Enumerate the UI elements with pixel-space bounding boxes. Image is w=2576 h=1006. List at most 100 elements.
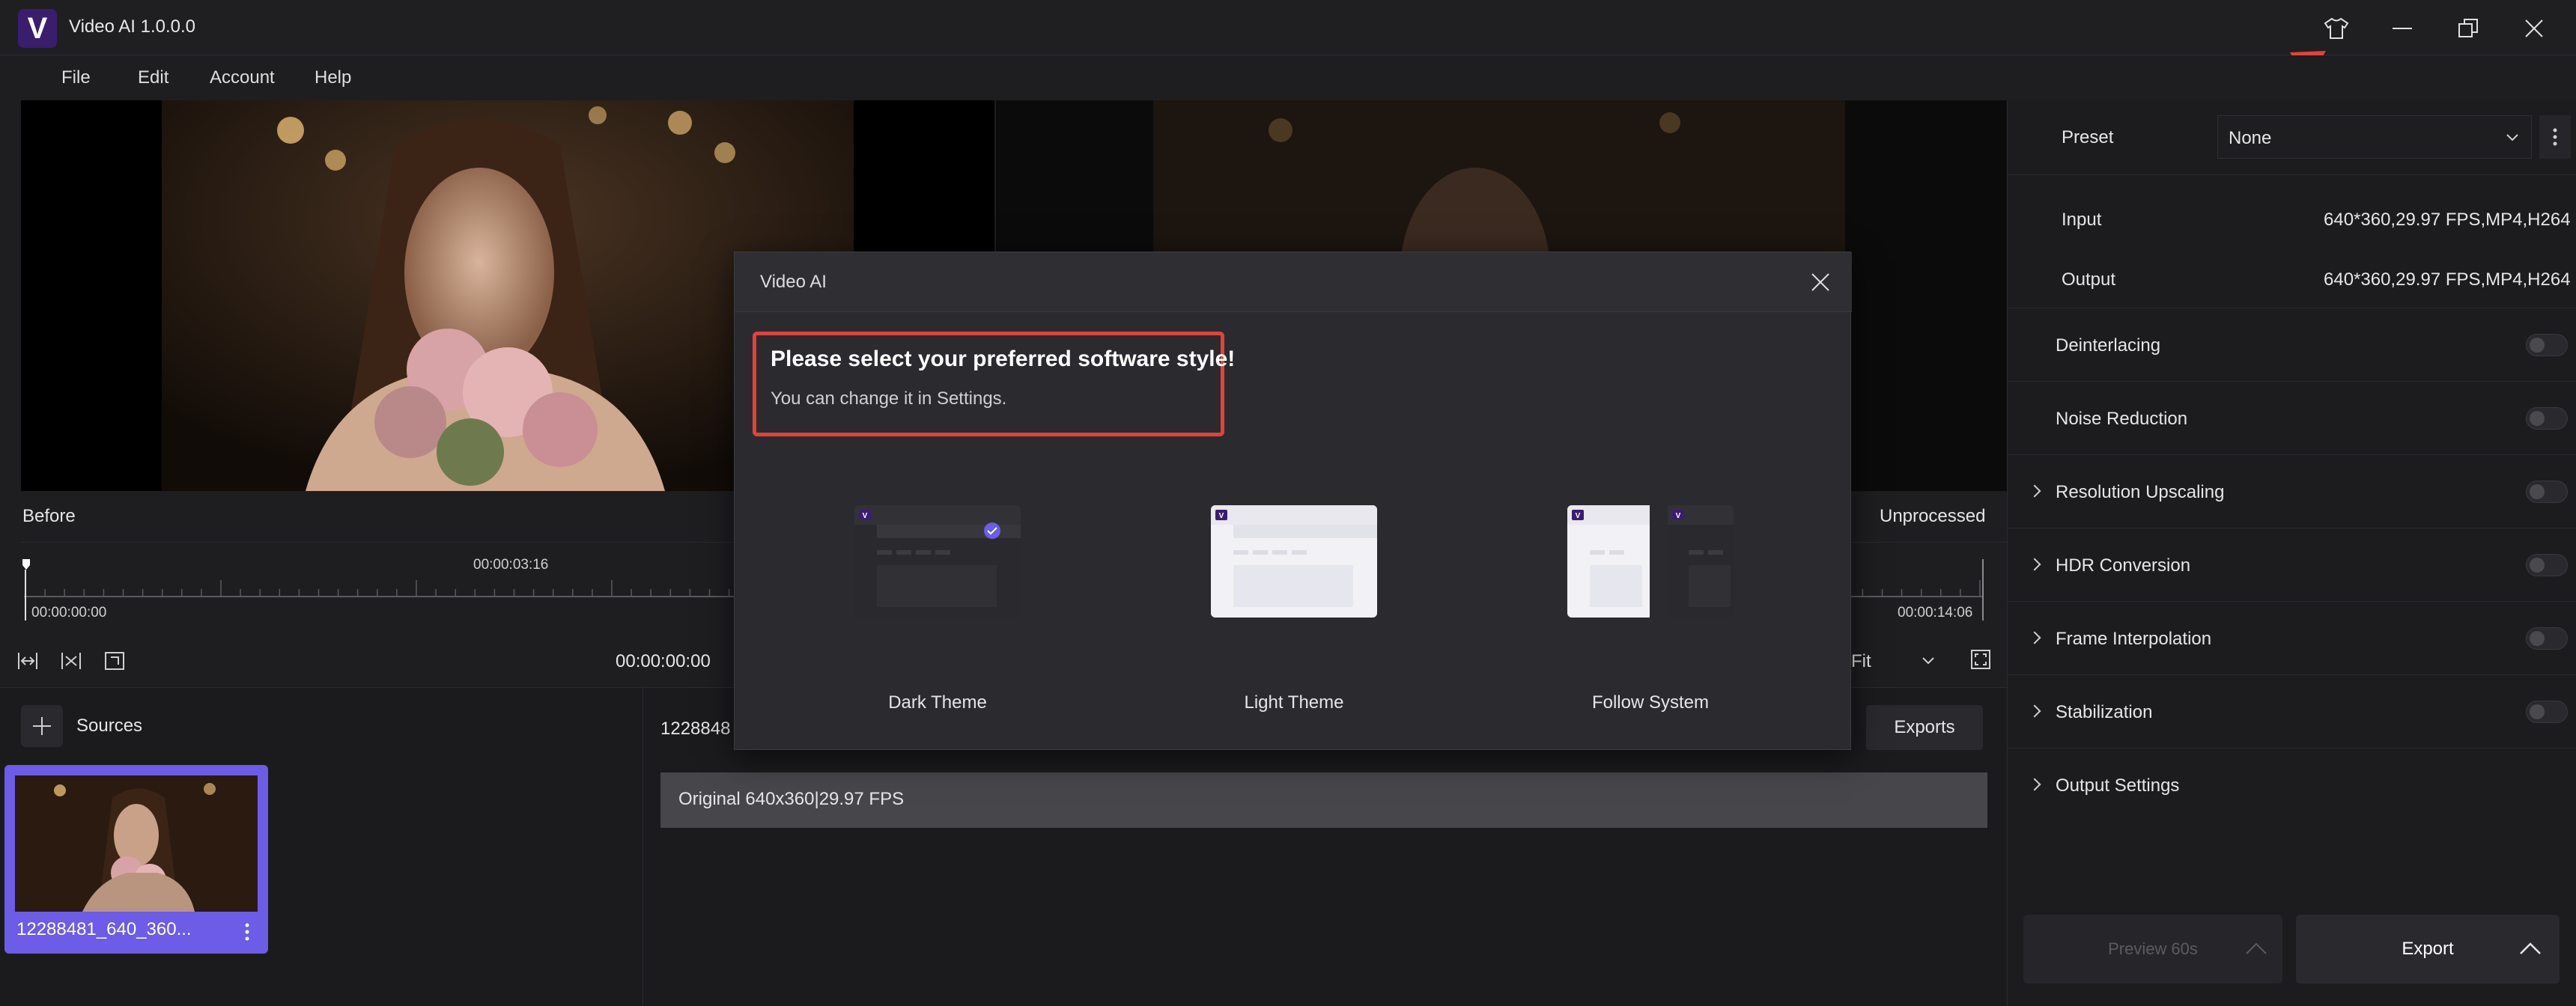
option-noise-reduction[interactable]: Noise Reduction (2008, 382, 2576, 455)
menu-edit[interactable]: Edit (138, 67, 168, 88)
menu-account[interactable]: Account (210, 67, 275, 88)
svg-text:V: V (863, 512, 868, 520)
input-value: 640*360,29.97 FPS,MP4,H264 (2324, 210, 2571, 230)
option-frame-interpolation[interactable]: Frame Interpolation (2008, 602, 2576, 675)
menu-file[interactable]: File (61, 67, 91, 88)
preset-select[interactable]: None (2217, 115, 2532, 159)
minimize-button[interactable] (2381, 10, 2423, 46)
output-value: 640*360,29.97 FPS,MP4,H264 (2324, 269, 2571, 290)
chevron-up-icon (2520, 942, 2541, 954)
title-bar (0, 0, 2576, 55)
fullscreen-button[interactable] (1969, 648, 1992, 671)
option-resolution-upscaling[interactable]: Resolution Upscaling (2008, 455, 2576, 528)
option-hdr-conversion[interactable]: HDR Conversion (2008, 528, 2576, 602)
timeline-mid-time: 00:00:03:16 (473, 557, 549, 573)
light-theme-label[interactable]: Light Theme (1182, 692, 1406, 713)
crop-button[interactable] (103, 650, 126, 672)
noise-reduction-label: Noise Reduction (2056, 409, 2188, 429)
chevron-right-icon (2028, 558, 2041, 571)
hdr-conversion-label: HDR Conversion (2056, 555, 2191, 576)
original-info-text: Original 640x360|29.97 FPS (678, 789, 905, 809)
split-button[interactable] (60, 650, 82, 672)
timeline-end-time: 00:00:14:06 (1898, 605, 1973, 621)
restore-button[interactable] (2447, 10, 2489, 46)
add-source-button[interactable] (21, 705, 63, 747)
fullscreen-icon (1971, 650, 1990, 669)
restore-icon (2458, 19, 2478, 37)
zoom-chevron-down-icon[interactable] (1922, 654, 1935, 668)
theme-dialog: Video AI Please select your preferred so… (734, 252, 1852, 750)
export-label: Export (2402, 939, 2454, 959)
dark-theme-label[interactable]: Dark Theme (825, 692, 1050, 713)
close-window-button[interactable] (2513, 10, 2555, 46)
dialog-title: Video AI (760, 272, 827, 292)
svg-text:V: V (1676, 512, 1681, 520)
noise-reduction-toggle[interactable] (2526, 407, 2568, 430)
option-deinterlacing[interactable]: Deinterlacing (2008, 308, 2576, 382)
task-file-name: 1228848 (660, 719, 731, 739)
preset-row: Preset None (2008, 100, 2576, 175)
dialog-heading: Please select your preferred software st… (771, 347, 1236, 371)
io-info-row: Input 640*360,29.97 FPS,MP4,H264 Output … (2008, 175, 2576, 308)
exports-button[interactable]: Exports (1866, 705, 1983, 750)
resolution-upscaling-label: Resolution Upscaling (2056, 482, 2225, 502)
shirt-icon (2324, 17, 2349, 39)
zoom-select[interactable]: Fit (1851, 651, 1871, 672)
chevron-up-icon (2246, 942, 2267, 954)
output-settings-label: Output Settings (2056, 775, 2180, 796)
stabilization-toggle[interactable] (2526, 701, 2568, 723)
follow-system-card[interactable]: V V (1567, 505, 1734, 618)
sources-title: Sources (76, 716, 143, 736)
dialog-subtext: You can change it in Settings. (771, 388, 1007, 409)
preset-chevron-down-icon (2506, 134, 2518, 141)
app-logo-letter: V (27, 11, 48, 45)
source-item[interactable]: 12288481_640_360... (4, 765, 268, 954)
dark-theme-preview: V (854, 505, 1021, 618)
stabilization-label: Stabilization (2056, 702, 2153, 722)
trim-start-button[interactable] (16, 650, 39, 672)
resolution-upscaling-toggle[interactable] (2526, 481, 2568, 503)
deinterlacing-toggle[interactable] (2526, 334, 2568, 356)
menu-help[interactable]: Help (315, 67, 351, 88)
preset-more-button[interactable] (2539, 115, 2571, 159)
dark-theme-card[interactable]: V (854, 505, 1021, 618)
timeline-start-time: 00:00:00:00 (31, 605, 107, 621)
deinterlacing-label: Deinterlacing (2056, 335, 2161, 356)
option-output-settings[interactable]: Output Settings (2008, 749, 2576, 822)
hdr-conversion-toggle[interactable] (2526, 554, 2568, 576)
follow-system-preview: V V (1567, 505, 1734, 618)
preview-60s-button[interactable]: Preview 60s (2023, 915, 2282, 984)
menu-bar (0, 55, 2576, 100)
minimize-icon (2393, 28, 2412, 29)
follow-system-label[interactable]: Follow System (1538, 692, 1763, 713)
frame-interpolation-label: Frame Interpolation (2056, 629, 2212, 649)
chevron-right-icon (2028, 704, 2041, 718)
split-icon (61, 653, 81, 669)
unprocessed-label: Unprocessed (1880, 506, 1986, 526)
crop-icon (105, 652, 124, 670)
theme-shirt-button[interactable] (2315, 10, 2357, 46)
svg-text:V: V (1576, 512, 1581, 520)
dialog-close-button[interactable] (1804, 266, 1837, 299)
svg-text:V: V (1219, 512, 1224, 520)
source-item-name: 12288481_640_360... (16, 919, 192, 939)
light-theme-preview: V (1211, 505, 1377, 618)
more-vertical-icon (2553, 128, 2557, 146)
original-info-row[interactable]: Original 640x360|29.97 FPS (660, 772, 1987, 828)
chevron-right-icon (2028, 778, 2041, 791)
source-thumbnail (15, 775, 258, 912)
app-logo: V (18, 9, 57, 48)
export-button[interactable]: Export (2296, 915, 2560, 984)
dialog-header (735, 252, 1852, 312)
input-label: Input (2062, 210, 2102, 230)
before-label: Before (22, 506, 76, 526)
source-more-icon[interactable] (240, 921, 255, 943)
option-stabilization[interactable]: Stabilization (2008, 675, 2576, 749)
frame-interpolation-toggle[interactable] (2526, 627, 2568, 650)
current-time: 00:00:00:00 (616, 651, 711, 671)
preset-value: None (2229, 128, 2272, 148)
chevron-right-icon (2028, 631, 2041, 644)
plus-icon (33, 717, 51, 735)
light-theme-card[interactable]: V (1211, 505, 1377, 618)
preview-60s-label: Preview 60s (2108, 939, 2198, 958)
